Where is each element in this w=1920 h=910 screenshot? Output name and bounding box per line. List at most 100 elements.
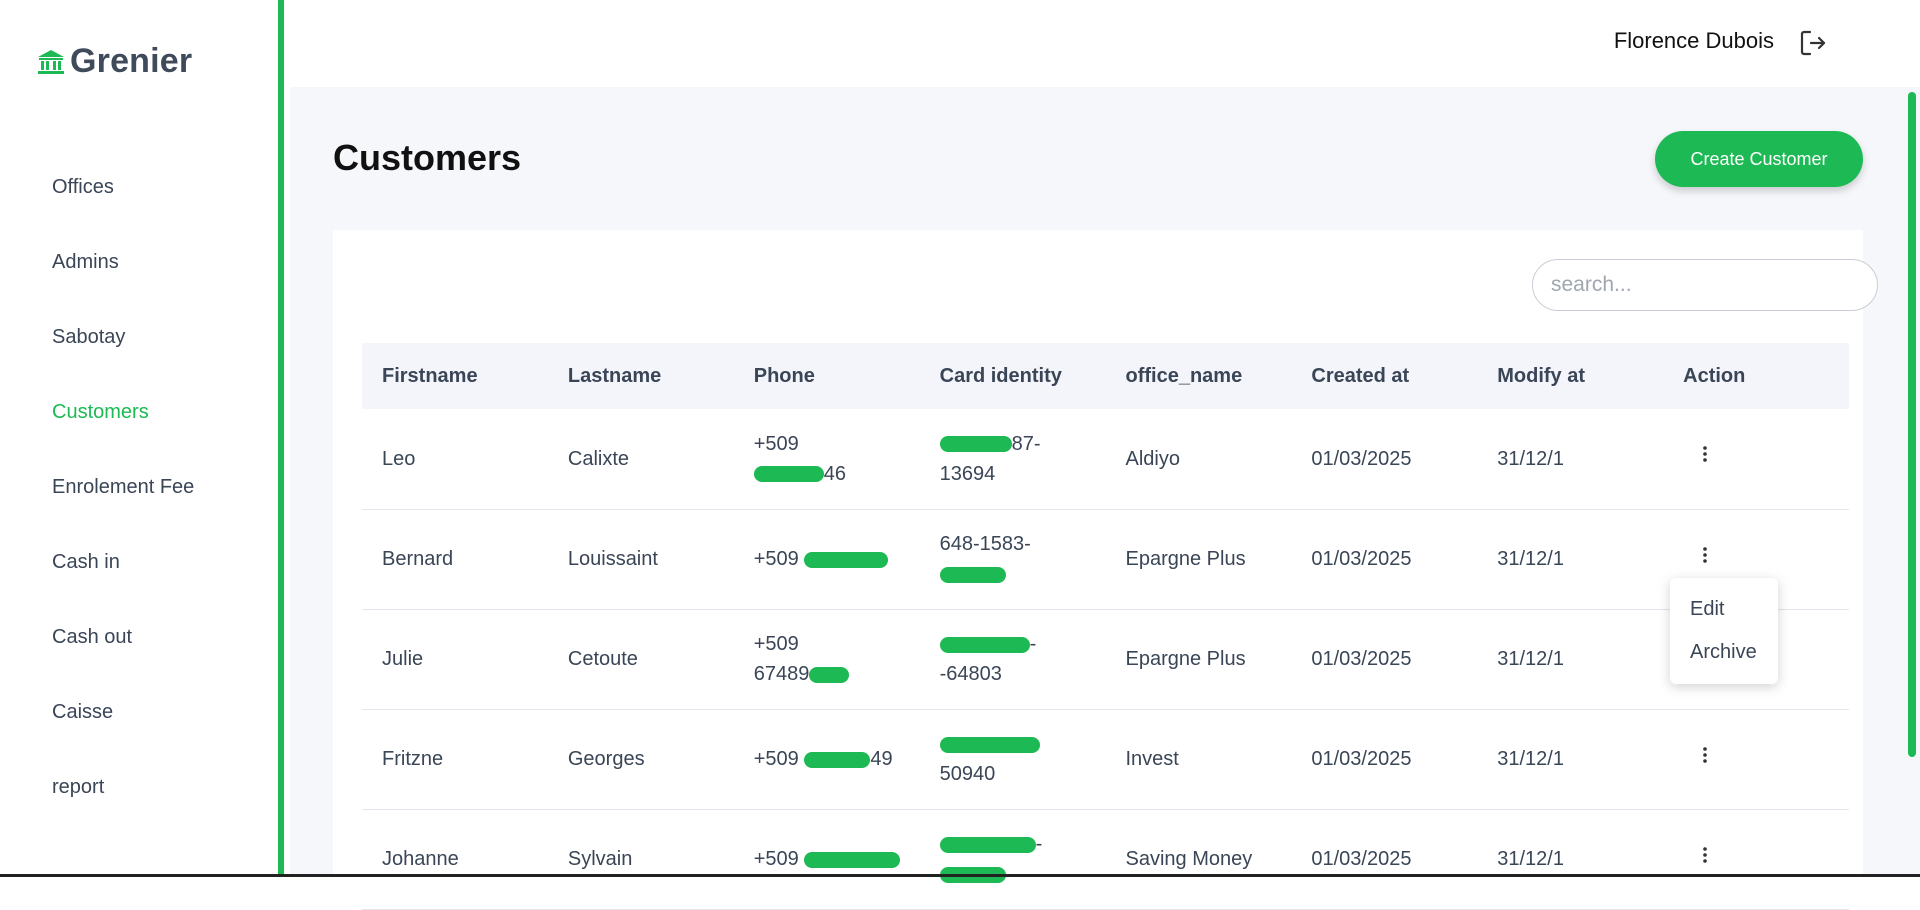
more-vertical-icon[interactable] xyxy=(1693,743,1717,767)
sidebar-nav: Offices Admins Sabotay Customers Enrolem… xyxy=(52,150,194,825)
cell-firstname: Johanne xyxy=(382,848,459,870)
cell-modify-at: 31/12/1 xyxy=(1497,748,1564,770)
sidebar-item-cash-out[interactable]: Cash out xyxy=(52,600,194,675)
sidebar-item-caisse[interactable]: Caisse xyxy=(52,675,194,750)
cell-phone: +509 46 xyxy=(734,409,920,509)
sidebar-item-report[interactable]: report xyxy=(52,750,194,825)
cell-office-name: Aldiyo xyxy=(1125,447,1180,470)
menu-item-archive[interactable]: Archive xyxy=(1670,631,1778,674)
search-input[interactable] xyxy=(1532,259,1878,311)
cell-modify-at: 31/12/1 xyxy=(1497,648,1564,670)
cell-office-name: Epargne Plus xyxy=(1125,648,1246,670)
app-name: Grenier xyxy=(70,42,193,80)
cell-created-at: 01/03/2025 xyxy=(1311,447,1412,470)
cell-firstname: Leo xyxy=(382,447,416,470)
cell-action xyxy=(1663,409,1849,509)
phone-prefix: +509 xyxy=(753,548,799,570)
redaction-mark xyxy=(804,851,901,868)
phone-line-2: 67489 xyxy=(754,659,920,689)
more-vertical-icon[interactable] xyxy=(1693,543,1717,567)
redaction-mark xyxy=(804,751,871,768)
cell-lastname: Cetoute xyxy=(567,648,638,670)
column-header-modify-at[interactable]: Modify at xyxy=(1477,343,1663,409)
card-line-2: -64803 xyxy=(939,663,1002,685)
redaction-mark xyxy=(939,636,1030,653)
app-logo[interactable]: Grenier xyxy=(36,42,192,81)
phone-suffix: 49 xyxy=(870,748,893,770)
cell-card-identity: 648-1583- xyxy=(920,509,1106,609)
cell-phone: +509 67489 xyxy=(734,609,920,709)
cell-action xyxy=(1663,809,1849,909)
create-customer-button[interactable]: Create Customer xyxy=(1655,131,1863,187)
redaction-mark xyxy=(809,666,850,683)
cell-card-identity: 50940 xyxy=(920,709,1106,809)
logout-icon[interactable] xyxy=(1798,28,1828,58)
cell-created-at: 01/03/2025 xyxy=(1311,648,1412,670)
table-row[interactable]: Leo Calixte +509 46 87- 13694 Aldiyo 01/… xyxy=(362,409,1849,509)
phone-prefix: +509 xyxy=(753,848,799,870)
card-line-1-text: - xyxy=(1029,633,1037,655)
column-header-action: Action xyxy=(1683,364,1746,387)
customers-table: Firstname Lastname Phone Card identity o… xyxy=(362,343,1849,910)
table-row[interactable]: Johanne Sylvain +509 - Saving Money 01/0… xyxy=(362,809,1849,909)
cell-firstname: Julie xyxy=(382,648,424,670)
cell-phone: +509 xyxy=(734,809,920,909)
page-title: Customers xyxy=(333,137,522,178)
cell-firstname: Bernard xyxy=(382,548,454,570)
column-header-phone[interactable]: Phone xyxy=(734,343,920,409)
card-line-1: 87- xyxy=(939,429,1106,459)
cell-created-at: 01/03/2025 xyxy=(1311,548,1412,570)
table-row[interactable]: Fritzne Georges +509 49 50940 Invest 01/… xyxy=(362,709,1849,809)
cell-modify-at: 31/12/1 xyxy=(1497,548,1564,570)
phone-suffix: 46 xyxy=(823,462,846,485)
more-vertical-icon[interactable] xyxy=(1693,843,1717,867)
sidebar-item-cash-in[interactable]: Cash in xyxy=(52,525,194,600)
card-line-1: 648-1583- xyxy=(939,533,1031,555)
cell-modify-at: 31/12/1 xyxy=(1497,848,1564,870)
card-line-1: - xyxy=(939,629,1106,659)
card-line-2 xyxy=(939,559,1106,589)
column-header-card-identity[interactable]: Card identity xyxy=(920,343,1106,409)
more-vertical-icon[interactable] xyxy=(1693,442,1717,466)
card-line-1: - xyxy=(939,829,1106,859)
column-header-office-name[interactable]: office_name xyxy=(1106,343,1292,409)
sidebar-item-offices[interactable]: Offices xyxy=(52,150,194,225)
redaction-mark xyxy=(804,551,889,568)
cell-created-at: 01/03/2025 xyxy=(1311,748,1412,770)
sidebar-item-enrolement-fee[interactable]: Enrolement Fee xyxy=(52,450,194,525)
vertical-scrollbar[interactable] xyxy=(1908,92,1916,757)
phone-visible-digits: 67489 xyxy=(753,663,810,685)
cell-lastname: Calixte xyxy=(567,447,630,470)
cell-card-identity: - xyxy=(920,809,1106,909)
menu-item-edit[interactable]: Edit xyxy=(1670,588,1778,631)
cell-office-name: Epargne Plus xyxy=(1125,548,1246,570)
cell-phone: +509 49 xyxy=(734,709,920,809)
column-header-created-at[interactable]: Created at xyxy=(1291,343,1477,409)
column-header-firstname[interactable]: Firstname xyxy=(362,343,548,409)
top-bar: Florence Dubois xyxy=(290,0,1920,87)
redaction-mark xyxy=(939,566,1006,583)
table-row[interactable]: Bernard Louissaint +509 648-1583- Epargn… xyxy=(362,509,1849,609)
redaction-mark xyxy=(939,436,1012,453)
cell-lastname: Georges xyxy=(567,748,645,770)
customers-card: Firstname Lastname Phone Card identity o… xyxy=(333,230,1878,909)
row-action-menu: Edit Archive xyxy=(1670,578,1778,684)
phone-prefix: +509 xyxy=(753,748,799,770)
sidebar-item-sabotay[interactable]: Sabotay xyxy=(52,300,194,375)
sidebar-item-customers[interactable]: Customers xyxy=(52,375,194,450)
phone-line-1: +509 xyxy=(753,633,799,655)
cell-action xyxy=(1663,709,1849,809)
sidebar-item-admins[interactable]: Admins xyxy=(52,225,194,300)
table-header-row: Firstname Lastname Phone Card identity o… xyxy=(362,343,1849,409)
cell-phone: +509 xyxy=(734,509,920,609)
main-content: Customers Create Customer Firstname Last… xyxy=(290,87,1920,909)
cell-firstname: Fritzne xyxy=(382,748,444,770)
card-line-1-text: 87- xyxy=(1011,432,1041,455)
table-row[interactable]: Julie Cetoute +509 67489 - -64803 Epargn… xyxy=(362,609,1849,709)
cell-lastname: Louissaint xyxy=(567,548,658,570)
cell-created-at: 01/03/2025 xyxy=(1311,848,1412,870)
column-header-lastname[interactable]: Lastname xyxy=(548,343,734,409)
cell-card-identity: - -64803 xyxy=(920,609,1106,709)
sidebar: Grenier Offices Admins Sabotay Customers… xyxy=(0,0,284,877)
redaction-mark xyxy=(939,836,1036,853)
